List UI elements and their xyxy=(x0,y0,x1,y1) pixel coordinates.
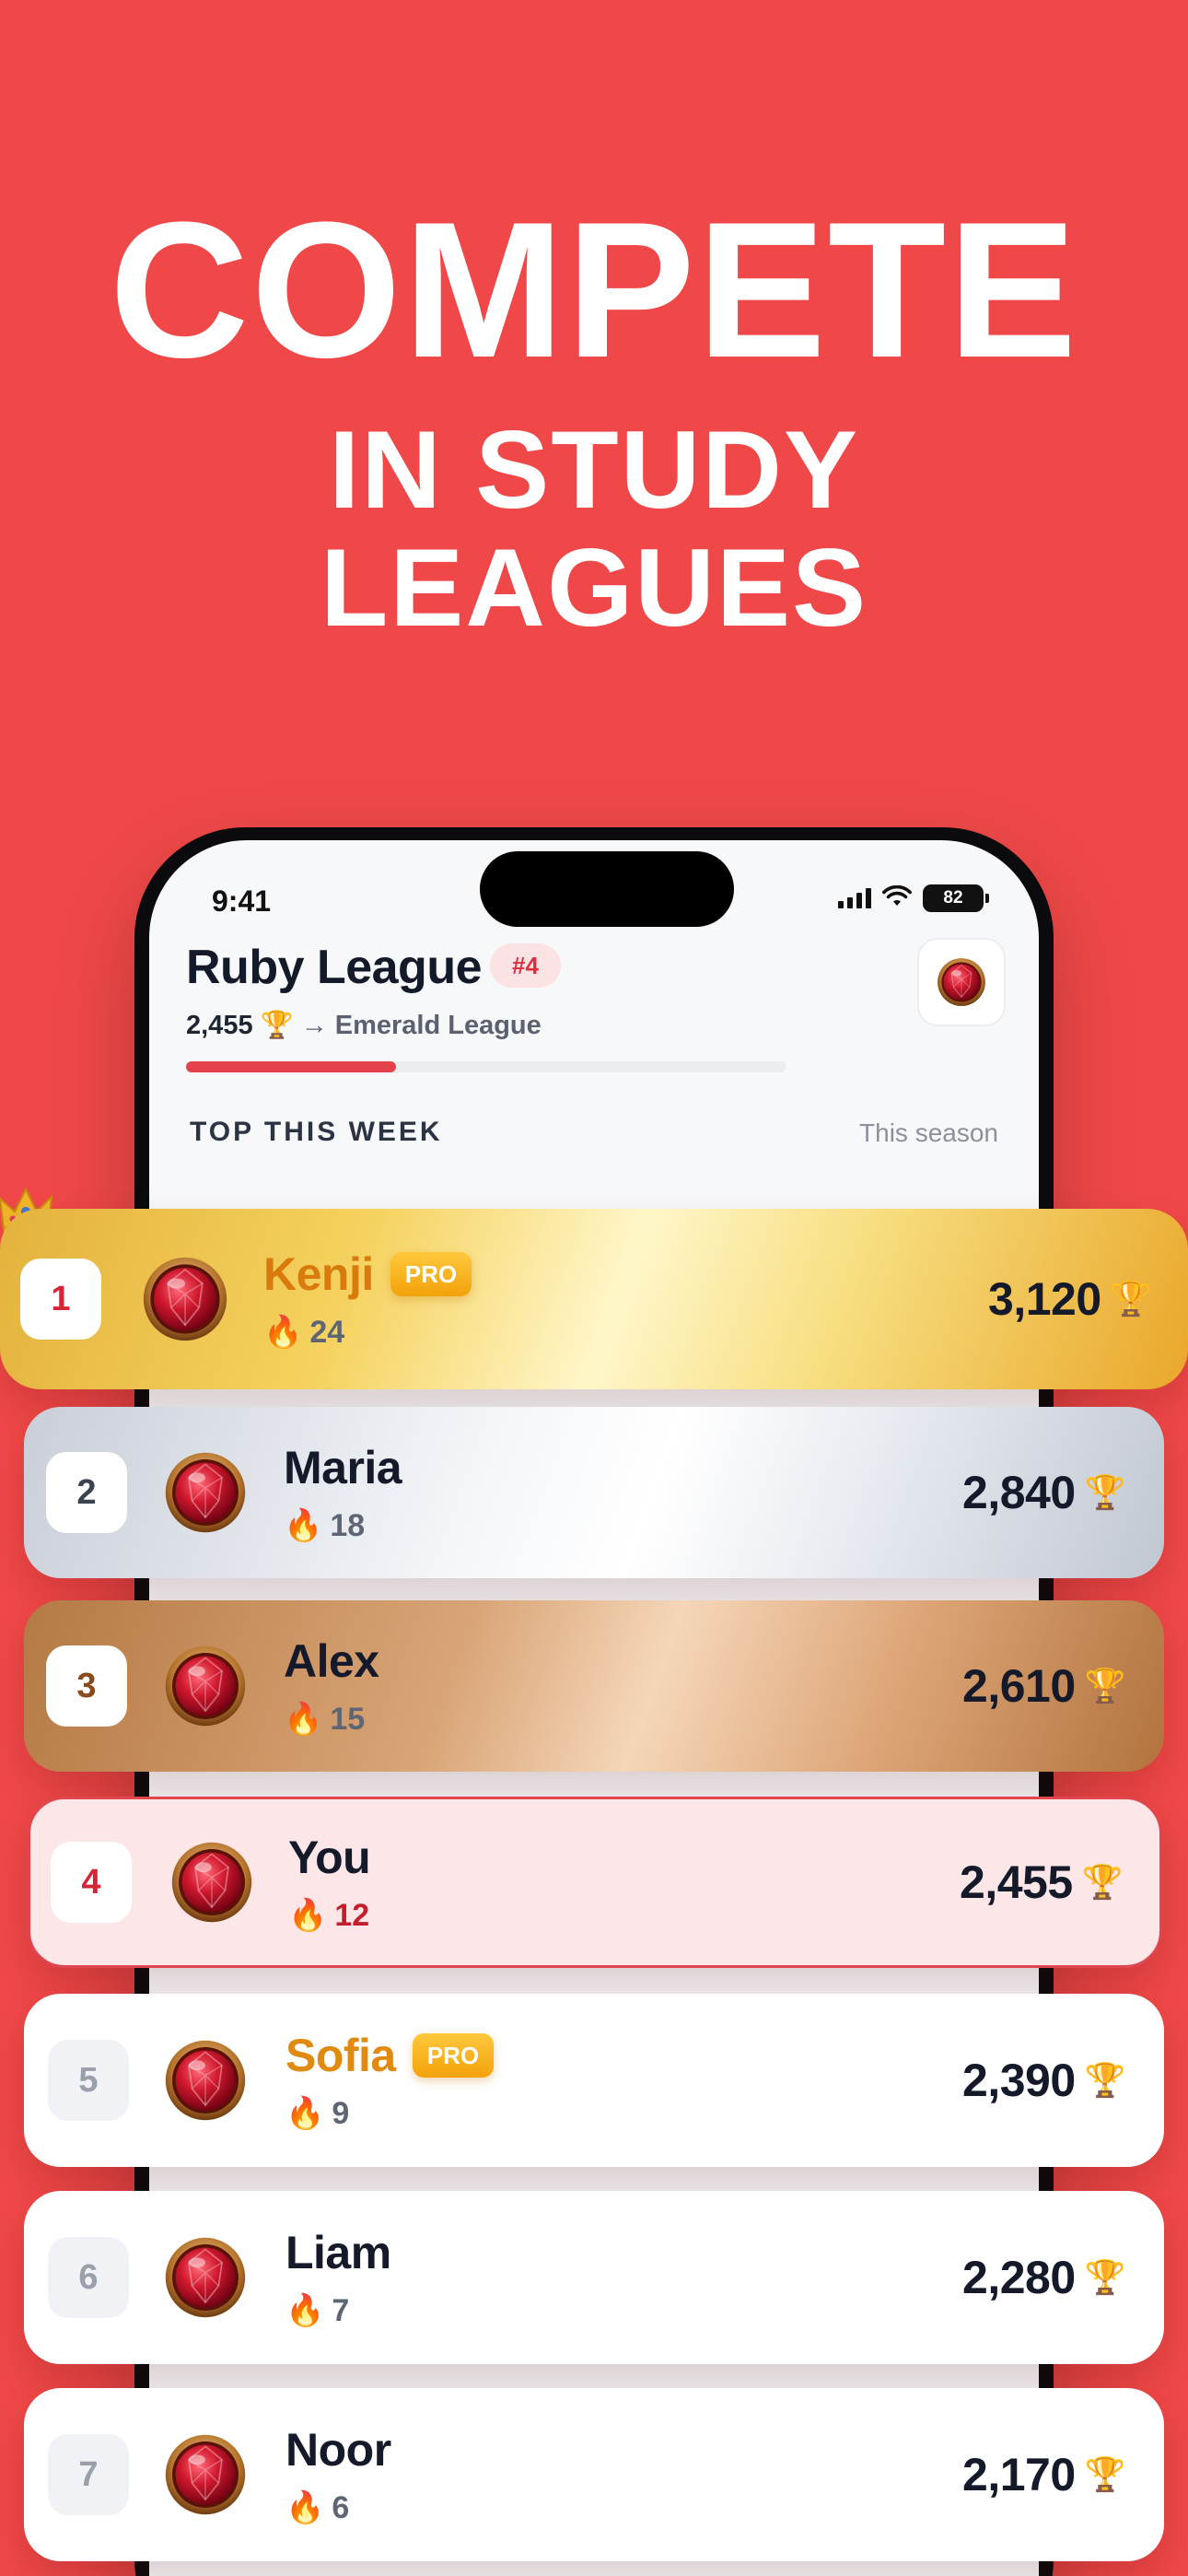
streak-count: 🔥 18 xyxy=(284,1507,402,1544)
rank-badge: 7 xyxy=(48,2434,129,2515)
player-score: 2,170 🏆 xyxy=(962,2448,1125,2501)
ruby-gem-icon xyxy=(165,1645,246,1727)
battery-indicator: 82 xyxy=(923,884,989,912)
ruby-gem-icon xyxy=(165,2237,246,2318)
trophy-icon: 🏆 xyxy=(1110,1280,1152,1317)
trophy-icon: 🏆 xyxy=(1081,1863,1124,1901)
streak-count: 🔥 9 xyxy=(285,2095,494,2132)
status-bar-time: 9:41 xyxy=(212,884,272,918)
player-name: Kenji xyxy=(263,1248,374,1300)
league-title: Ruby League xyxy=(186,941,483,994)
headline-compete: COMPETE xyxy=(109,181,1079,398)
score-value: 2,170 xyxy=(962,2449,1076,2500)
player-name: Noor xyxy=(285,2424,391,2476)
trophy-icon: 🏆 xyxy=(1084,2455,1126,2493)
cellular-signal-icon xyxy=(838,888,871,908)
fire-icon: 🔥 xyxy=(284,1508,323,1543)
pro-badge: PRO xyxy=(412,2033,495,2078)
headline-leagues: LEAGUES xyxy=(320,526,868,650)
player-name: You xyxy=(288,1832,371,1883)
fire-icon: 🔥 xyxy=(284,1702,323,1737)
league-points: 2,455 xyxy=(186,1010,253,1040)
streak-value: 18 xyxy=(330,1507,366,1543)
streak-value: 9 xyxy=(332,2095,350,2131)
headline-in-study: IN STUDY xyxy=(328,408,860,532)
player-score: 2,280 🏆 xyxy=(962,2251,1125,2304)
score-value: 2,610 xyxy=(962,1660,1076,1712)
ruby-gem-icon xyxy=(938,958,985,1006)
app-store-screenshot: COMPETE IN STUDY LEAGUES 9:41 82 Ruby Le… xyxy=(0,0,1188,2576)
leaderboard-row-2[interactable]: 2 Maria 🔥 18 2,840 🏆 xyxy=(24,1407,1164,1578)
ruby-gem-icon xyxy=(171,1842,252,1923)
player-score: 2,455 🏆 xyxy=(960,1856,1123,1909)
rank-badge: 4 xyxy=(51,1842,132,1923)
rank-badge: 3 xyxy=(46,1645,127,1727)
trophy-icon: 🏆 xyxy=(1084,1473,1126,1511)
rank-badge: 1 xyxy=(20,1259,101,1340)
pro-badge: PRO xyxy=(390,1252,472,1296)
next-league: → Emerald League xyxy=(300,1010,542,1040)
streak-count: 🔥 12 xyxy=(288,1897,370,1934)
streak-count: 🔥 6 xyxy=(285,2489,391,2526)
fire-icon: 🔥 xyxy=(285,2096,325,2131)
streak-value: 15 xyxy=(330,1701,366,1737)
trophy-icon: 🏆 xyxy=(260,1011,294,1040)
score-value: 2,280 xyxy=(962,2252,1076,2303)
player-score: 2,390 🏆 xyxy=(962,2054,1125,2107)
fire-icon: 🔥 xyxy=(285,2293,325,2328)
streak-count: 🔥 24 xyxy=(263,1314,472,1351)
leaderboard-row-3[interactable]: 3 Alex 🔥 15 2,610 🏆 xyxy=(24,1600,1164,1772)
streak-value: 24 xyxy=(309,1314,345,1350)
rank-badge: 2 xyxy=(46,1452,127,1533)
streak-count: 🔥 7 xyxy=(285,2292,391,2329)
league-progress-bar xyxy=(186,1061,786,1072)
leaderboard-row-7[interactable]: 7 Noor 🔥 6 2,170 🏆 xyxy=(24,2388,1164,2561)
score-value: 3,120 xyxy=(988,1273,1101,1325)
trophy-icon: 🏆 xyxy=(1084,2258,1126,2296)
league-progress-fill xyxy=(186,1061,397,1072)
leaderboard-row-1[interactable]: 1 Kenji PRO 🔥 24 3,120 🏆 xyxy=(0,1209,1188,1389)
player-name: Sofia xyxy=(285,2030,396,2081)
league-gem-button[interactable] xyxy=(917,938,1006,1026)
rank-badge: 5 xyxy=(48,2040,129,2121)
dynamic-island xyxy=(480,851,734,927)
rank-badge: 6 xyxy=(48,2237,129,2318)
rank-badge: #4 xyxy=(490,943,561,988)
ruby-gem-icon xyxy=(143,1257,227,1341)
player-name: Alex xyxy=(284,1635,379,1687)
player-name: Liam xyxy=(285,2227,391,2278)
trophy-icon: 🏆 xyxy=(1084,2061,1126,2099)
this-season-link[interactable]: This season xyxy=(859,1118,998,1148)
ruby-gem-icon xyxy=(165,1452,246,1533)
score-value: 2,390 xyxy=(962,2055,1076,2106)
player-name: Maria xyxy=(284,1442,402,1493)
score-value: 2,840 xyxy=(962,1467,1076,1518)
leaderboard-row-5[interactable]: 5 Sofia PRO 🔥 9 2,390 🏆 xyxy=(24,1994,1164,2167)
leaderboard-row-you[interactable]: 4 You 🔥 12 2,455 🏆 xyxy=(28,1797,1162,1968)
streak-count: 🔥 15 xyxy=(284,1701,379,1738)
streak-value: 6 xyxy=(332,2489,350,2525)
streak-value: 12 xyxy=(334,1897,370,1933)
player-score: 3,120 🏆 xyxy=(988,1272,1151,1326)
fire-icon: 🔥 xyxy=(285,2490,325,2525)
fire-icon: 🔥 xyxy=(263,1315,303,1350)
leaderboard-row-6[interactable]: 6 Liam 🔥 7 2,280 🏆 xyxy=(24,2191,1164,2364)
ruby-gem-icon xyxy=(165,2434,246,2515)
ruby-gem-icon xyxy=(165,2040,246,2121)
wifi-icon xyxy=(882,884,912,912)
league-progress-label: 2,455 🏆 → Emerald League xyxy=(186,1010,542,1041)
fire-icon: 🔥 xyxy=(288,1898,328,1933)
status-bar-indicators: 82 xyxy=(838,884,989,912)
score-value: 2,455 xyxy=(960,1856,1073,1908)
player-score: 2,840 🏆 xyxy=(962,1466,1125,1519)
section-title: TOP THIS WEEK xyxy=(190,1117,443,1147)
trophy-icon: 🏆 xyxy=(1084,1667,1126,1704)
streak-value: 7 xyxy=(332,2292,350,2328)
player-score: 2,610 🏆 xyxy=(962,1659,1125,1713)
